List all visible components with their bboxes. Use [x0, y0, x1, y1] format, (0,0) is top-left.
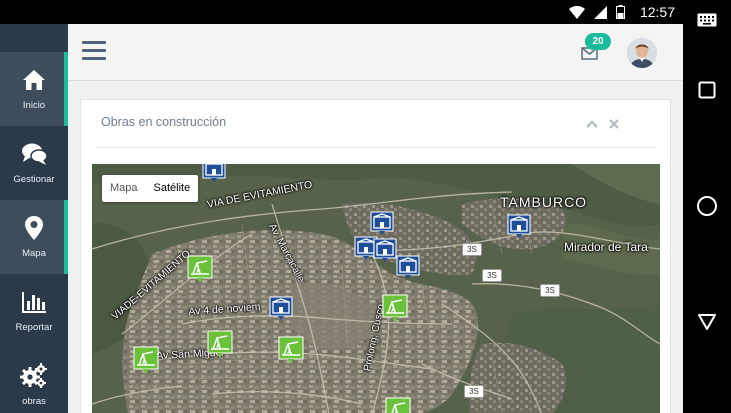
construction-marker[interactable]: A: [278, 336, 304, 364]
sidebar-item-reportar[interactable]: Reportar: [0, 274, 68, 348]
chat-icon: [22, 143, 48, 165]
map-type-satellite-button[interactable]: Satélite: [146, 175, 199, 202]
app-window: Inicio Gestionar Mapa Reportar obras 20 …: [0, 24, 683, 413]
chevron-up-icon: [586, 120, 598, 128]
keyboard-icon[interactable]: [695, 8, 719, 32]
panel-title: Obras en construcción: [101, 115, 227, 129]
school-marker[interactable]: [202, 164, 226, 182]
construction-marker[interactable]: A: [385, 397, 411, 413]
map-label-tamburco: TAMBURCO: [500, 194, 588, 210]
map-view[interactable]: Mapa Satélite TAMBURCO Mirador de Tara V…: [92, 164, 660, 413]
svg-text:A: A: [216, 343, 221, 350]
bar-chart-icon: [22, 292, 46, 313]
sidebar-top: [0, 24, 68, 52]
svg-text:A: A: [196, 268, 201, 275]
home-icon: [23, 70, 45, 90]
map-pin-icon: [25, 216, 43, 240]
sidebar-item-label: obras: [22, 396, 46, 407]
notification-badge: 20: [585, 33, 611, 50]
construction-marker[interactable]: A: [207, 330, 233, 358]
svg-text:A: A: [287, 349, 292, 356]
sidebar-item-label: Reportar: [15, 322, 53, 333]
wifi-icon: [569, 5, 585, 19]
collapse-panel-button[interactable]: [586, 118, 598, 130]
status-bar: 12:57: [0, 0, 683, 24]
close-panel-button[interactable]: [608, 118, 620, 130]
route-shield: 3S: [464, 385, 484, 398]
recents-button[interactable]: [695, 78, 719, 102]
home-button[interactable]: [695, 194, 719, 218]
school-marker[interactable]: [373, 238, 397, 262]
route-shield: 3S: [482, 269, 502, 282]
sidebar-item-mapa[interactable]: Mapa: [0, 200, 68, 274]
device-screen: 12:57 Inicio Gestionar Mapa Reportar obr…: [0, 0, 731, 413]
menu-toggle-button[interactable]: [82, 41, 106, 63]
user-avatar[interactable]: [627, 38, 657, 68]
route-shield: 3S: [462, 243, 482, 256]
gears-icon: [20, 363, 47, 388]
sidebar: Inicio Gestionar Mapa Reportar obras: [0, 24, 68, 413]
sidebar-item-label: Inicio: [22, 100, 46, 111]
signal-icon: [594, 5, 607, 19]
construction-marker[interactable]: A: [382, 294, 408, 322]
status-time: 12:57: [639, 4, 675, 20]
map-type-map-button[interactable]: Mapa: [102, 175, 146, 202]
school-marker[interactable]: [370, 211, 394, 235]
school-marker[interactable]: [396, 255, 420, 279]
svg-text:A: A: [142, 359, 147, 366]
school-marker[interactable]: [269, 296, 293, 320]
construction-marker[interactable]: A: [133, 346, 159, 374]
sidebar-item-inicio[interactable]: Inicio: [0, 52, 68, 126]
status-icons: [569, 5, 625, 19]
sidebar-item-gestionar[interactable]: Gestionar: [0, 126, 68, 200]
top-header: 20: [68, 24, 683, 81]
map-label-mirador: Mirador de Tara: [564, 240, 648, 254]
svg-text:A: A: [391, 307, 396, 314]
sidebar-item-label: Gestionar: [13, 174, 55, 185]
obras-panel: Obras en construcción Mapa Satélite TAMB…: [80, 99, 671, 413]
android-nav-bar: [683, 0, 731, 413]
school-marker[interactable]: [507, 214, 531, 238]
battery-icon: [616, 5, 625, 19]
route-shield: 3S: [540, 284, 560, 297]
map-type-control: Mapa Satélite: [102, 175, 199, 202]
sidebar-item-obras[interactable]: obras: [0, 348, 68, 413]
construction-marker[interactable]: A: [187, 255, 213, 283]
close-icon: [609, 119, 619, 129]
panel-tools: [586, 118, 620, 130]
panel-divider: [97, 147, 656, 148]
back-button[interactable]: [695, 310, 719, 334]
sidebar-item-label: Mapa: [22, 248, 46, 259]
menu-icon: [82, 41, 106, 44]
active-indicator: [64, 200, 68, 274]
